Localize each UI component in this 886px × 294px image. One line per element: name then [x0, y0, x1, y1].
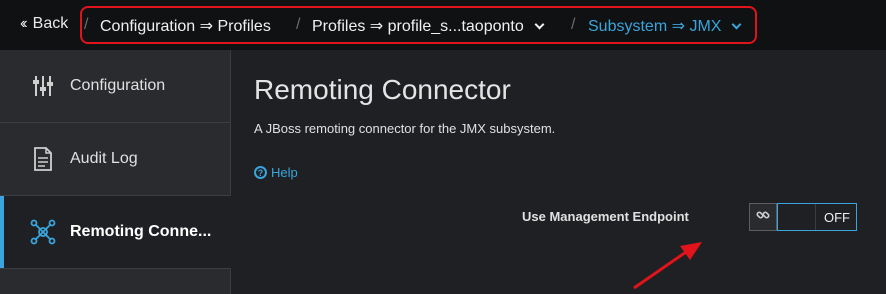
breadcrumb-separator: /	[296, 16, 301, 33]
chevron-down-icon	[731, 19, 742, 29]
page-title: Remoting Connector	[254, 74, 511, 105]
help-label: Help	[271, 165, 298, 180]
main-content: Remoting Connector A JBoss remoting conn…	[232, 50, 886, 294]
breadcrumb-label: Profiles ⇒ profile_s...taoponto	[312, 18, 524, 35]
sidebar-item-label: Remoting Conne...	[70, 223, 212, 240]
breadcrumb-item-subsystem[interactable]: Subsystem ⇒ JMX	[588, 16, 742, 36]
sidebar-item-label: Configuration	[70, 77, 166, 94]
help-link[interactable]: ? Help	[254, 165, 298, 180]
breadcrumb-item-profiles[interactable]: Configuration ⇒ Profiles	[100, 16, 271, 36]
use-management-endpoint-label: Use Management Endpoint	[522, 209, 689, 224]
double-chevron-left-icon: ‹‹	[20, 15, 27, 32]
page-description: A JBoss remoting connector for the JMX s…	[254, 121, 556, 136]
network-icon	[30, 219, 56, 245]
switch-knob	[778, 204, 816, 230]
sidebar: Configuration Audit Log Remoting Conne..…	[0, 50, 231, 294]
back-label: Back	[32, 15, 69, 32]
expression-toggle-button[interactable]	[749, 203, 777, 231]
breadcrumb-label: Subsystem ⇒ JMX	[588, 18, 722, 35]
breadcrumb-item-profile[interactable]: Profiles ⇒ profile_s...taoponto	[312, 16, 545, 36]
sidebar-item-remoting-connector[interactable]: Remoting Conne...	[0, 196, 231, 269]
sliders-icon	[30, 73, 56, 99]
sidebar-item-label: Audit Log	[70, 150, 138, 167]
breadcrumb-separator: /	[571, 16, 576, 33]
use-management-endpoint-switch[interactable]: OFF	[777, 203, 857, 231]
breadcrumb-label: Configuration ⇒ Profiles	[100, 18, 271, 35]
link-icon	[756, 208, 770, 227]
sidebar-item-audit-log[interactable]: Audit Log	[0, 123, 231, 196]
sidebar-item-configuration[interactable]: Configuration	[0, 50, 231, 123]
back-button[interactable]: ‹‹ Back	[20, 15, 68, 33]
top-breadcrumb-bar: ‹‹ Back / Configuration ⇒ Profiles / Pro…	[0, 0, 886, 50]
question-circle-icon: ?	[254, 166, 267, 179]
red-arrow-annotation	[633, 242, 702, 290]
switch-state-label: OFF	[824, 210, 850, 225]
chevron-down-icon	[534, 19, 545, 29]
document-icon	[30, 146, 56, 172]
